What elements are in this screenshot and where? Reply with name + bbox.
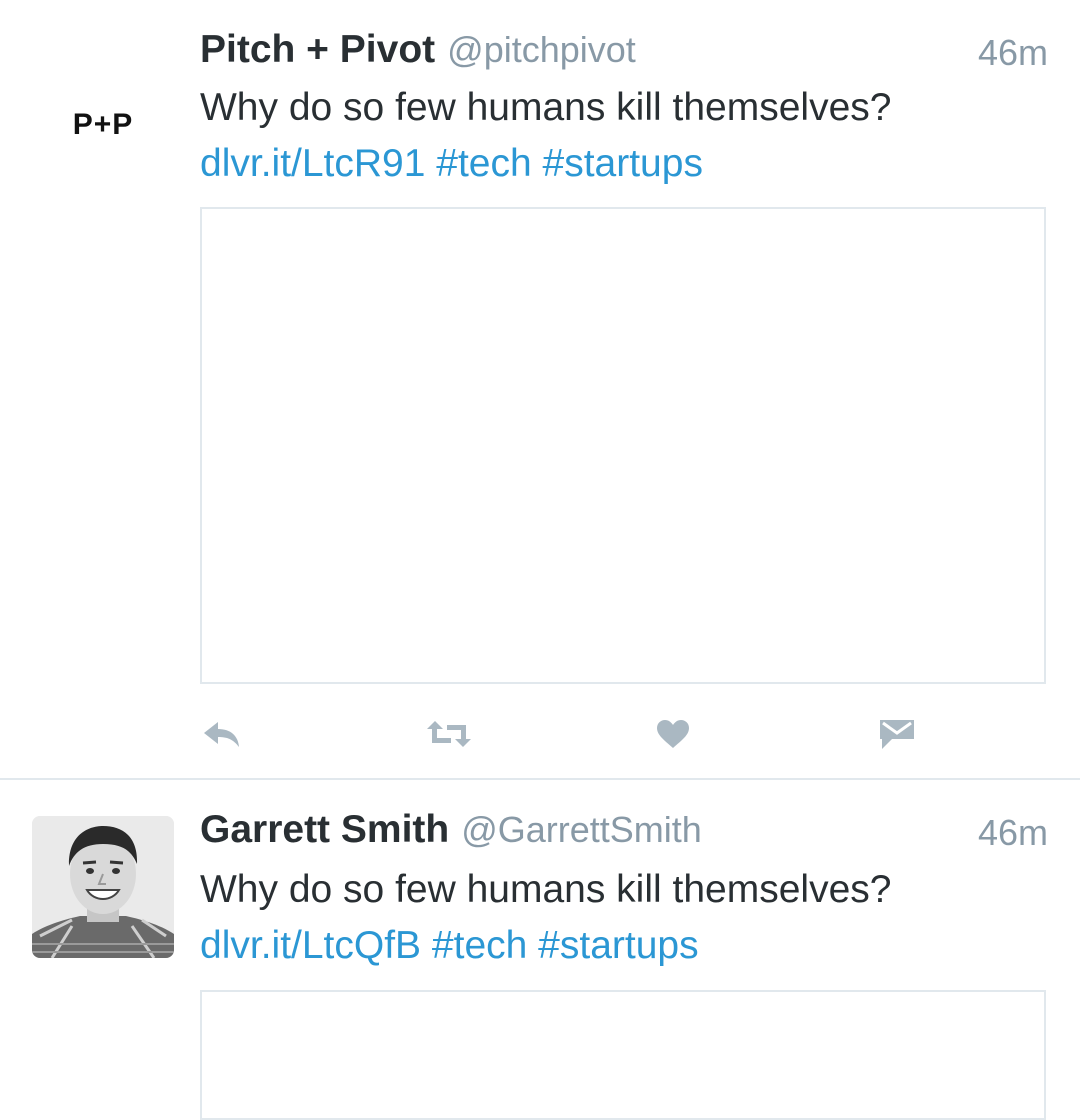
- avatar-logo-text: P+P: [72, 108, 134, 141]
- tweet-body: Why do so few humans kill themselves?: [200, 86, 892, 129]
- author-handle[interactable]: @GarrettSmith: [461, 809, 702, 850]
- retweet-button[interactable]: [427, 712, 471, 756]
- tweet-header: Garrett Smith @GarrettSmith 46m: [200, 808, 1048, 858]
- profile-photo-icon: [32, 816, 174, 958]
- avatar[interactable]: P+P: [32, 60, 174, 202]
- tweet-link[interactable]: dlvr.it/LtcR91: [200, 142, 425, 185]
- tweet-item[interactable]: Garrett Smith @GarrettSmith 46m Why do so…: [0, 780, 1080, 1120]
- direct-message-button[interactable]: [875, 712, 919, 756]
- reply-icon: [202, 719, 242, 749]
- author-name[interactable]: Garrett Smith: [200, 808, 449, 851]
- tweet-hashtags[interactable]: #tech #startups: [432, 924, 699, 967]
- reply-button[interactable]: [200, 712, 244, 756]
- tweet-header: Pitch + Pivot @pitchpivot 46m: [200, 28, 1048, 78]
- tweet-text: Why do so few humans kill themselves? dl…: [200, 80, 1060, 192]
- media-card[interactable]: [200, 990, 1046, 1120]
- like-button[interactable]: [651, 712, 695, 756]
- author-name[interactable]: Pitch + Pivot: [200, 28, 435, 71]
- heart-icon: [655, 718, 691, 750]
- retweet-icon: [425, 719, 473, 749]
- direct-message-icon: [878, 717, 916, 751]
- tweet-link[interactable]: dlvr.it/LtcQfB: [200, 924, 421, 967]
- tweet-item[interactable]: P+P Pitch + Pivot @pitchpivot 46m Why do …: [0, 0, 1080, 778]
- tweet-hashtags[interactable]: #tech #startups: [436, 142, 703, 185]
- author-handle[interactable]: @pitchpivot: [447, 29, 636, 70]
- tweet-actions: [200, 712, 940, 756]
- timestamp: 46m: [977, 32, 1048, 73]
- media-card[interactable]: [200, 207, 1046, 684]
- avatar[interactable]: [32, 816, 174, 958]
- tweet-body: Why do so few humans kill themselves?: [200, 868, 892, 911]
- timestamp: 46m: [977, 812, 1048, 853]
- tweet-text: Why do so few humans kill themselves? dl…: [200, 862, 1060, 974]
